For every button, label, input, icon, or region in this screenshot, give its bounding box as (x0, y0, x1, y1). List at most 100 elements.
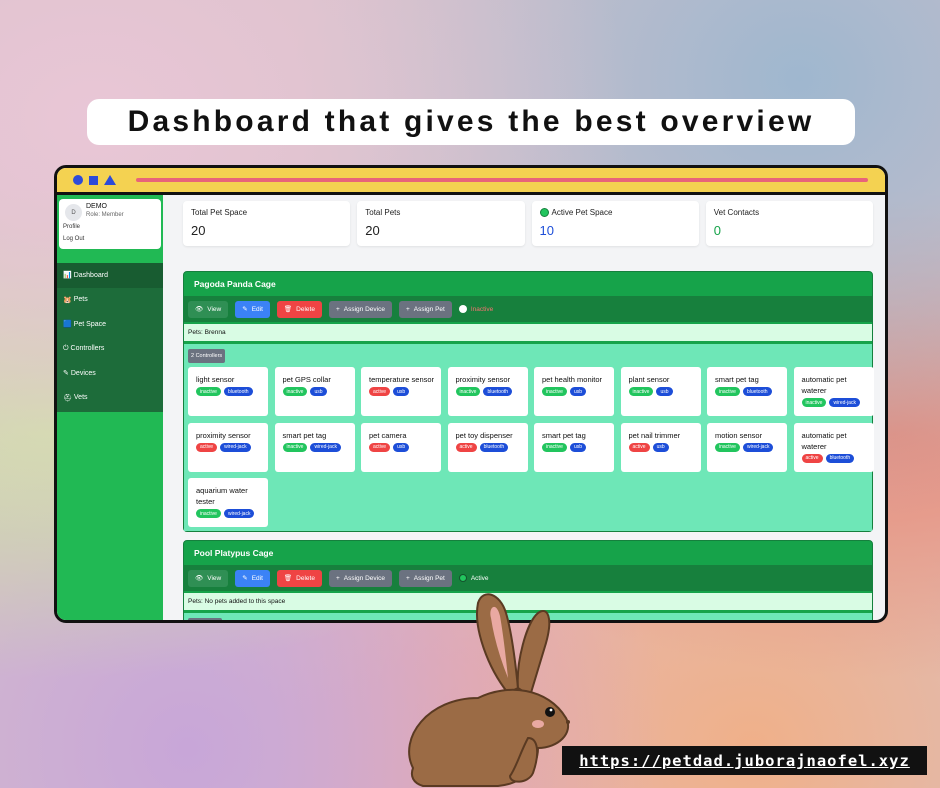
device-card[interactable]: light sensor inactive bluetooth (188, 367, 268, 416)
sidebar-item-pet-space[interactable]: 🟦 Pet Space (57, 312, 163, 337)
user-name: DEMO (86, 203, 107, 210)
stat-label: Total Pet Space (191, 208, 248, 217)
view-button[interactable]: 👁 View (188, 300, 229, 318)
device-card[interactable]: pet toy dispenser active bluetooth (447, 422, 528, 472)
assign-pet-button[interactable]: + Assign Pet (398, 569, 452, 587)
device-connection-badge: usb (393, 387, 410, 396)
device-name: pet GPS collar (282, 375, 331, 384)
stat-vet-contacts: Vet Contacts 0 (705, 201, 873, 246)
logout-link[interactable]: Log Out (63, 236, 84, 242)
device-name: proximity sensor (196, 430, 251, 440)
sidebar-item-vets[interactable]: ⛑ Vets (57, 386, 163, 411)
device-connection-badge: bluetooth (483, 387, 513, 396)
device-state-badge: inactive (542, 442, 567, 452)
titlebar-address-bar (136, 178, 868, 182)
stat-value: 0 (713, 223, 721, 238)
sidebar-item-dashboard[interactable]: 📊 Dashboard (57, 263, 163, 288)
triangle-icon (104, 175, 116, 185)
device-card[interactable]: proximity sensor active wired-jack (188, 422, 268, 472)
device-name: pet nail trimmer (628, 430, 681, 440)
device-card[interactable]: automatic pet waterer active bluetooth (793, 422, 874, 472)
device-state-badge: inactive (542, 387, 567, 396)
sidebar-item-devices[interactable]: ✎ Devices (57, 361, 163, 386)
device-connection-badge: bluetooth (742, 387, 772, 396)
nav-icon: ⛑ (63, 394, 72, 402)
device-connection-badge: wired-jack (742, 442, 774, 452)
device-card[interactable]: automatic pet waterer inactive wired-jack (793, 367, 874, 416)
device-tags: inactive bluetooth (196, 387, 263, 396)
url-text[interactable]: https://petdad.juborajnaofel.xyz (579, 752, 910, 770)
edit-label: Edit (251, 574, 263, 582)
status-dot-icon (458, 305, 467, 313)
device-name: proximity sensor (455, 375, 511, 384)
view-label: View (207, 305, 222, 313)
website-url[interactable]: https://petdad.juborajnaofel.xyz (562, 746, 927, 775)
device-connection-badge: bluetooth (825, 453, 855, 463)
assign-pet-button[interactable]: + Assign Pet (398, 300, 452, 318)
device-tags: active bluetooth (455, 442, 523, 452)
assign-pet-label: Assign Pet (413, 574, 445, 582)
stat-value: 20 (191, 223, 206, 238)
view-button[interactable]: 👁 View (188, 569, 229, 587)
device-state-badge: active (369, 387, 391, 396)
assign-device-button[interactable]: + Assign Device (328, 300, 392, 318)
device-tags: active bluetooth (801, 453, 869, 463)
device-name: pet health monitor (542, 375, 603, 384)
device-state-badge: inactive (455, 387, 481, 396)
stat-label-row: Active Pet Space (539, 208, 691, 217)
device-name: pet camera (369, 430, 407, 440)
device-card[interactable]: pet GPS collar inactive usb (274, 367, 355, 416)
delete-button[interactable]: 🗑 Delete (276, 569, 322, 587)
device-state-badge: inactive (196, 509, 221, 518)
cage-panel: Pagoda Panda Cage 👁 View ✎ Edit 🗑 Delete + Assig… (183, 271, 874, 532)
edit-button[interactable]: ✎ Edit (235, 569, 270, 587)
user-card: D DEMO Role: Member Profile Log Out (59, 199, 161, 249)
device-card[interactable]: smart pet tag inactive wired-jack (274, 422, 355, 472)
headline-banner: Dashboard that gives the best overview (87, 99, 855, 145)
rabbit-illustration (408, 593, 570, 787)
stat-label: Active Pet Space (551, 208, 613, 217)
edit-button[interactable]: ✎ Edit (235, 300, 270, 318)
sidebar-item-pets[interactable]: 🐹 Pets (57, 288, 163, 313)
device-card[interactable]: pet health monitor inactive usb (534, 367, 614, 416)
device-name: temperature sensor (369, 375, 435, 384)
delete-button[interactable]: 🗑 Delete (276, 300, 322, 318)
plus-icon: + (335, 305, 340, 313)
cage-list: Pagoda Panda Cage 👁 View ✎ Edit 🗑 Delete + Assig… (183, 271, 874, 620)
circle-icon (73, 175, 83, 185)
device-card[interactable]: smart pet tag inactive bluetooth (707, 367, 787, 416)
device-connection-badge: usb (393, 442, 410, 452)
main-content: Total Pet Space 20 Total Pets 20 Active … (163, 195, 885, 620)
browser-window: D DEMO Role: Member Profile Log Out 📊 Das… (54, 165, 888, 623)
device-card[interactable]: smart pet tag inactive usb (534, 422, 614, 472)
device-connection-badge: usb (656, 387, 673, 396)
assign-device-label: Assign Device (343, 305, 385, 313)
device-tags: inactive usb (542, 387, 609, 396)
active-dot-icon (539, 208, 549, 217)
device-name: smart pet tag (282, 430, 327, 440)
device-card[interactable]: pet camera active usb (361, 422, 441, 472)
plus-icon: + (405, 305, 410, 313)
device-tags: inactive usb (628, 387, 696, 396)
device-name: pet toy dispenser (455, 430, 513, 440)
device-card[interactable]: proximity sensor inactive bluetooth (447, 367, 528, 416)
device-connection-badge: usb (310, 387, 327, 396)
delete-label: Delete (296, 305, 315, 313)
device-card[interactable]: aquarium water tester inactive wired-jack (188, 478, 268, 527)
sidebar-nav: 📊 Dashboard 🐹 Pets 🟦 Pet Space ⏻ Controllers ✎ De… (57, 263, 163, 412)
profile-link[interactable]: Profile (63, 224, 80, 230)
edit-label: Edit (251, 305, 263, 313)
device-card[interactable]: plant sensor inactive usb (620, 367, 701, 416)
device-state-badge: active (628, 442, 650, 452)
assign-device-button[interactable]: + Assign Device (328, 569, 392, 587)
device-card[interactable]: pet nail trimmer active usb (620, 422, 701, 472)
device-state-badge: inactive (282, 387, 308, 396)
device-card[interactable]: motion sensor inactive wired-jack (707, 422, 787, 472)
sidebar-item-controllers[interactable]: ⏻ Controllers (57, 337, 163, 362)
device-tags: active usb (369, 442, 436, 452)
square-icon (89, 175, 98, 185)
device-connection-badge: usb (652, 442, 669, 452)
nav-label: Controllers (70, 345, 105, 353)
device-card[interactable]: temperature sensor active usb (361, 367, 441, 416)
device-tags: inactive wired-jack (715, 442, 782, 452)
